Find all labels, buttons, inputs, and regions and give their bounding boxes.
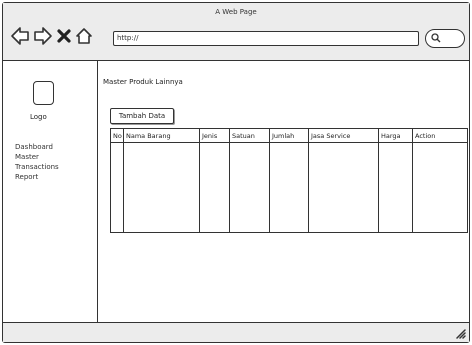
sidebar-item-transactions[interactable]: Transactions xyxy=(15,162,59,172)
sidebar-item-report[interactable]: Report xyxy=(15,172,59,182)
table-row xyxy=(110,187,468,233)
column-header-no[interactable]: No xyxy=(110,128,124,143)
column-header-nama-barang[interactable]: Nama Barang xyxy=(123,128,200,143)
sidebar: Logo Dashboard Master Transactions Repor… xyxy=(3,61,98,322)
window-title: A Web Page xyxy=(215,8,257,16)
add-data-button[interactable]: Tambah Data xyxy=(110,108,174,124)
sidebar-menu: Dashboard Master Transactions Report xyxy=(15,142,59,182)
search-icon xyxy=(431,33,441,43)
close-icon[interactable] xyxy=(55,25,73,47)
column-header-jasa-service[interactable]: Jasa Service xyxy=(308,128,379,143)
table-body xyxy=(110,142,468,233)
column-header-jenis[interactable]: Jenis xyxy=(199,128,230,143)
column-header-action[interactable]: Action xyxy=(412,128,468,143)
status-bar xyxy=(3,322,469,342)
page-title: Master Produk Lainnya xyxy=(103,78,183,86)
url-input[interactable]: http:// xyxy=(113,31,419,46)
table-header-row: No Nama Barang Jenis Satuan Jumlah Jasa … xyxy=(110,128,468,143)
search-input[interactable] xyxy=(425,29,465,48)
logo-label: Logo xyxy=(30,113,47,121)
back-arrow-icon[interactable] xyxy=(9,25,31,47)
logo-placeholder xyxy=(33,81,54,105)
forward-arrow-icon[interactable] xyxy=(32,25,54,47)
sidebar-item-dashboard[interactable]: Dashboard xyxy=(15,142,59,152)
browser-titlebar: A Web Page http:// xyxy=(3,3,469,61)
product-table: No Nama Barang Jenis Satuan Jumlah Jasa … xyxy=(110,128,468,233)
resize-grip-icon[interactable] xyxy=(454,327,466,339)
browser-nav-controls xyxy=(9,25,95,47)
home-icon[interactable] xyxy=(74,25,94,47)
column-header-harga[interactable]: Harga xyxy=(378,128,413,143)
browser-window: A Web Page http:// Logo Dashboard Master… xyxy=(2,2,470,343)
main-content: Master Produk Lainnya Tambah Data No Nam… xyxy=(98,61,469,322)
column-header-satuan[interactable]: Satuan xyxy=(229,128,270,143)
sidebar-item-master[interactable]: Master xyxy=(15,152,59,162)
table-row xyxy=(110,142,468,188)
column-header-jumlah[interactable]: Jumlah xyxy=(269,128,309,143)
